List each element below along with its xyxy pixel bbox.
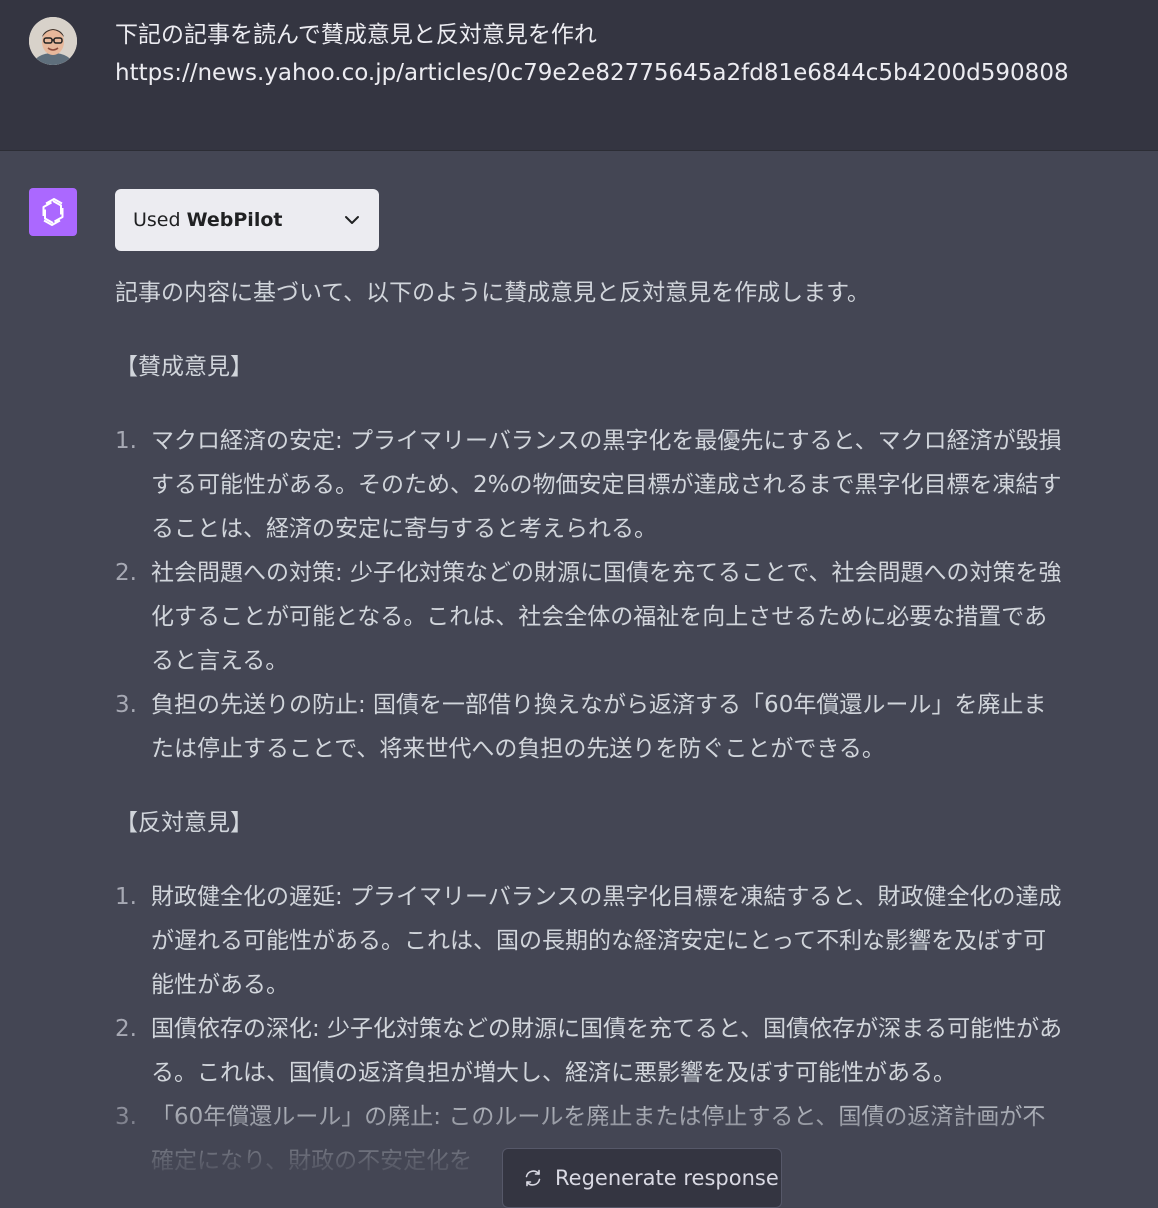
list-number: 1. [115, 884, 137, 910]
user-message-text: 下記の記事を読んで賛成意見と反対意見を作れ https://news.yahoo… [115, 16, 1135, 92]
refresh-icon [525, 1169, 541, 1187]
plugin-used-dropdown[interactable]: Used WebPilot [115, 189, 379, 251]
list-item-line: たは停止することで、将来世代への負担の先送りを防ぐことができる。 [151, 736, 885, 762]
chevron-down-icon [345, 216, 359, 224]
list-number: 2. [115, 1016, 137, 1042]
article-url: https://news.yahoo.co.jp/articles/0c79e2… [115, 60, 1069, 86]
plugin-used-label: Used WebPilot [133, 209, 282, 231]
pro-list: 1. マクロ経済の安定: プライマリーバランスの黒字化を最優先にすると、マクロ経… [115, 419, 1145, 771]
list-item: 2. 社会問題への対策: 少子化対策などの財源に国債を充てることで、社会問題への… [115, 551, 1145, 683]
list-item-line: が遅れる可能性がある。これは、国の長期的な経済安定にとって不利な影響を及ぼす可 [151, 928, 1047, 954]
user-message-line-1: 下記の記事を読んで賛成意見と反対意見を作れ [115, 22, 597, 48]
user-avatar [29, 17, 77, 65]
list-item: 1. 財政健全化の遅延: プライマリーバランスの黒字化目標を凍結すると、財政健全… [115, 875, 1145, 1007]
list-number: 1. [115, 428, 137, 454]
list-item-line: ることは、経済の安定に寄与すると考えられる。 [151, 516, 657, 542]
list-item-line: 「60年償還ルール」の廃止: このルールを廃止または停止すると、国債の返済計画が… [151, 1104, 1046, 1130]
openai-knot-icon [42, 198, 64, 226]
list-item-line: 化することが可能となる。これは、社会全体の福祉を向上させるために必要な措置であ [151, 604, 1048, 630]
list-item-line: る。これは、国債の返済負担が増大し、経済に悪影響を及ぼす可能性がある。 [151, 1060, 956, 1086]
list-item-line: 国債依存の深化: 少子化対策などの財源に国債を充てると、国債依存が深まる可能性が… [151, 1016, 1063, 1042]
plugin-name: WebPilot [186, 209, 283, 231]
list-item-line: ると言える。 [151, 648, 289, 674]
list-number: 3. [115, 692, 137, 718]
chatgpt-logo-icon [29, 188, 77, 236]
list-item-line: 負担の先送りの防止: 国債を一部借り換えながら返済する「60年償還ルール」を廃止… [151, 692, 1047, 718]
list-item-line: 能性がある。 [151, 972, 289, 998]
list-item: 2. 国債依存の深化: 少子化対策などの財源に国債を充てると、国債依存が深まる可… [115, 1007, 1145, 1095]
user-avatar-image [29, 17, 77, 65]
response-intro: 記事の内容に基づいて、以下のように賛成意見と反対意見を作成します。 [115, 280, 870, 306]
list-item: 1. マクロ経済の安定: プライマリーバランスの黒字化を最優先にすると、マクロ経… [115, 419, 1145, 551]
list-item-line: マクロ経済の安定: プライマリーバランスの黒字化を最優先にすると、マクロ経済が毀… [151, 428, 1062, 454]
pro-heading: 【賛成意見】 [115, 354, 253, 380]
list-item-line: 財政健全化の遅延: プライマリーバランスの黒字化目標を凍結すると、財政健全化の達… [151, 884, 1062, 910]
plugin-used-prefix: Used [133, 209, 181, 231]
assistant-message-row: Used WebPilot 記事の内容に基づいて、以下のように賛成意見と反対意見… [0, 151, 1158, 1200]
list-item: 3. 負担の先送りの防止: 国債を一部借り換えながら返済する「60年償還ルール」… [115, 683, 1145, 771]
list-item-line: する可能性がある。そのため、2%の物価安定目標が達成されるまで黒字化目標を凍結す [151, 472, 1062, 498]
con-list: 1. 財政健全化の遅延: プライマリーバランスの黒字化目標を凍結すると、財政健全… [115, 875, 1145, 1183]
list-number: 2. [115, 560, 137, 586]
list-number: 3. [115, 1104, 137, 1130]
con-heading: 【反対意見】 [115, 810, 253, 836]
list-item-line: 社会問題への対策: 少子化対策などの財源に国債を充てることで、社会問題への対策を… [151, 560, 1062, 586]
regenerate-response-label: Regenerate response [555, 1166, 779, 1190]
user-message-row: 下記の記事を読んで賛成意見と反対意見を作れ https://news.yahoo… [0, 0, 1158, 151]
regenerate-response-button[interactable]: Regenerate response [502, 1148, 782, 1208]
assistant-response: 記事の内容に基づいて、以下のように賛成意見と反対意見を作成します。 【賛成意見】… [115, 271, 1145, 1183]
